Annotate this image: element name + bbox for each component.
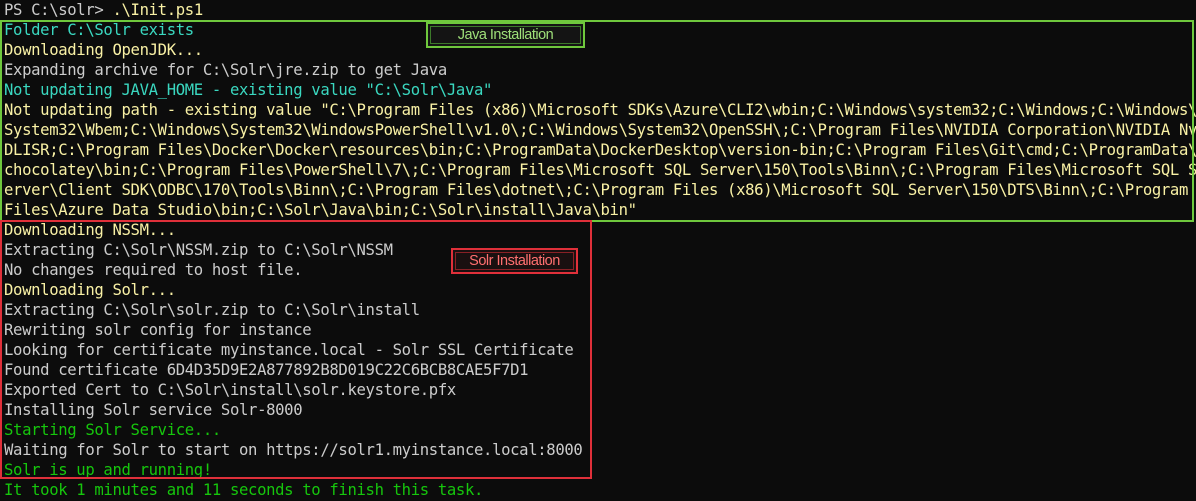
prompt-line: PS C:\solr> .\Init.ps1 <box>4 0 203 20</box>
output-line: It took 1 minutes and 11 seconds to fini… <box>4 481 484 499</box>
terminal-window[interactable]: PS C:\solr> .\Init.ps1 Folder C:\Solr ex… <box>0 0 1196 501</box>
prompt-prefix: PS C:\solr> <box>4 1 113 19</box>
java-installation-label: Java Installation <box>426 22 585 48</box>
prompt-command: .\Init.ps1 <box>112 1 203 19</box>
solr-installation-label: Solr Installation <box>451 248 578 274</box>
java-installation-highlight <box>0 20 1194 222</box>
